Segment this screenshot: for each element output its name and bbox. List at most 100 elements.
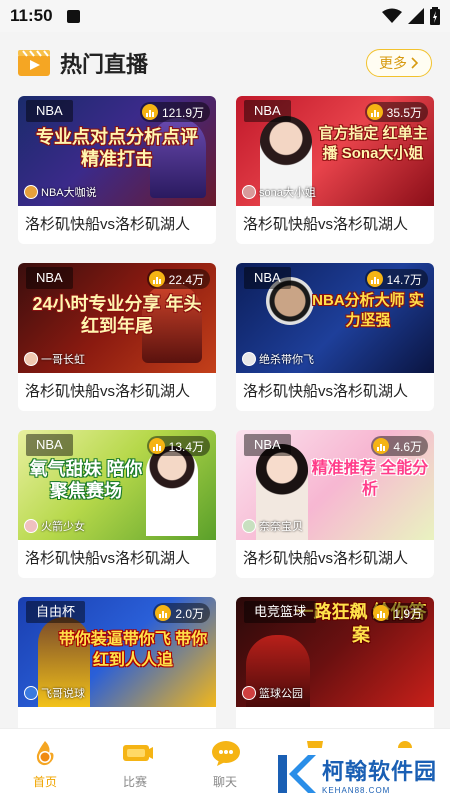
- view-count-text: 14.7万: [386, 272, 422, 287]
- live-card[interactable]: 24小时专业分享 年头红到年尾 NBA 22.4万 一哥长虹 洛杉矶快船vs洛杉…: [18, 263, 216, 411]
- more-label: 更多: [379, 55, 407, 71]
- live-card[interactable]: 精准推荐 全能分析 NBA 4.6万 奈奈宝贝 洛杉矶快船vs洛杉矶湖人: [236, 430, 434, 578]
- host-name: 绝杀带你飞: [259, 354, 314, 366]
- card-title: 洛杉矶快船vs洛杉矶湖人: [243, 216, 409, 233]
- section-title: 热门直播: [60, 52, 149, 77]
- card-tag: 自由杯: [26, 601, 86, 623]
- card-thumbnail: 官方指定 红单主播 Sona大小姐 NBA 35.5万 sona大小姐: [236, 96, 434, 206]
- view-count: 22.4万: [146, 269, 210, 289]
- view-count-text: 2.0万: [175, 606, 204, 621]
- card-tag: NBA: [244, 434, 291, 456]
- card-headline: 氧气甜妹 陪你聚焦赛场: [29, 459, 143, 501]
- more-button[interactable]: 更多: [366, 49, 432, 77]
- tab-label: 首页: [32, 775, 57, 789]
- host-name: 篮球公园: [259, 688, 303, 700]
- host-info: sona大小姐: [242, 184, 316, 200]
- host-name: 一哥长虹: [41, 354, 85, 366]
- live-card[interactable]: 专业点对点分析点评 精准打击 NBA 121.9万 NBA大咖说 洛杉矶快船vs…: [18, 96, 216, 244]
- avatar: [242, 686, 256, 700]
- card-thumbnail: 带你装逼带你飞 带你红到人人追 自由杯 2.0万 飞哥说球: [18, 597, 216, 707]
- avatar: [242, 185, 256, 199]
- tab-label: 比赛: [122, 775, 147, 789]
- card-title: 洛杉矶快船vs洛杉矶湖人: [243, 383, 409, 400]
- view-count-text: 1.9万: [393, 606, 422, 621]
- view-count: 4.6万: [371, 436, 428, 456]
- card-thumbnail: NBA分析大师 实力坚强 NBA 14.7万 绝杀带你飞: [236, 263, 434, 373]
- tab-match[interactable]: 比赛: [90, 729, 180, 800]
- host-info: 飞哥说球: [24, 685, 85, 701]
- card-headline: 专业点对点分析点评 精准打击: [36, 127, 198, 169]
- card-title: 洛杉矶快船vs洛杉矶湖人: [243, 550, 409, 567]
- card-tag: NBA: [26, 434, 73, 456]
- card-title: 洛杉矶快船vs洛杉矶湖人: [25, 383, 191, 400]
- live-card[interactable]: 一路狂飙 给你答案 电竞篮球 1.9万 篮球公园: [236, 597, 434, 745]
- view-count: 2.0万: [153, 603, 210, 623]
- watermark: 柯翰软件园 KEHAN88.COM: [270, 748, 450, 800]
- card-tag: 电竞篮球: [244, 601, 317, 623]
- popularity-icon: [373, 605, 390, 621]
- live-card[interactable]: 氧气甜妹 陪你聚焦赛场 NBA 13.4万 火箭少女 洛杉矶快船vs洛杉矶湖人: [18, 430, 216, 578]
- card-title: 洛杉矶快船vs洛杉矶湖人: [25, 550, 191, 567]
- popularity-icon: [373, 438, 390, 454]
- watermark-text: 柯翰软件园 KEHAN88.COM: [322, 754, 437, 795]
- view-count: 35.5万: [364, 102, 428, 122]
- live-card[interactable]: NBA分析大师 实力坚强 NBA 14.7万 绝杀带你飞 洛杉矶快船vs洛杉矶湖…: [236, 263, 434, 411]
- host-info: 火箭少女: [24, 518, 85, 534]
- card-tag: NBA: [244, 100, 291, 122]
- notification-icon: [66, 9, 80, 23]
- card-thumbnail: 24小时专业分享 年头红到年尾 NBA 22.4万 一哥长虹: [18, 263, 216, 373]
- status-time: 11:50: [10, 6, 53, 25]
- battery-icon: [430, 7, 440, 25]
- host-name: sona大小姐: [259, 187, 316, 199]
- view-count-text: 22.4万: [168, 272, 204, 287]
- status-bar: 11:50: [0, 0, 450, 32]
- card-tag: NBA: [244, 267, 291, 289]
- avatar: [24, 686, 38, 700]
- host-info: 奈奈宝贝: [242, 518, 303, 534]
- view-count-text: 4.6万: [393, 439, 422, 454]
- host-info: 绝杀带你飞: [242, 351, 314, 367]
- view-count-text: 13.4万: [168, 439, 204, 454]
- basketball-icon: [31, 739, 59, 767]
- watermark-logo: [276, 753, 316, 795]
- chat-bubble-icon: [211, 739, 240, 767]
- signal-icon: [408, 8, 424, 24]
- view-count: 121.9万: [139, 102, 210, 122]
- popularity-icon: [141, 104, 158, 120]
- avatar: [24, 185, 38, 199]
- avatar: [242, 352, 256, 366]
- card-headline: NBA分析大师 实力坚强: [312, 292, 424, 329]
- view-count: 14.7万: [364, 269, 428, 289]
- host-info: NBA大咖说: [24, 184, 97, 200]
- live-card[interactable]: 官方指定 红单主播 Sona大小姐 NBA 35.5万 sona大小姐 洛杉矶快…: [236, 96, 434, 244]
- host-name: 飞哥说球: [41, 688, 85, 700]
- tab-home[interactable]: 首页: [0, 729, 90, 800]
- view-count: 1.9万: [371, 603, 428, 623]
- view-count: 13.4万: [146, 436, 210, 456]
- watermark-brand: 柯翰软件园: [322, 758, 438, 784]
- card-headline: 24小时专业分享 年头红到年尾: [32, 294, 202, 336]
- popularity-icon: [148, 271, 165, 287]
- host-name: 奈奈宝贝: [259, 521, 303, 533]
- tab-chat[interactable]: 聊天: [180, 729, 270, 800]
- live-card[interactable]: 带你装逼带你飞 带你红到人人追 自由杯 2.0万 飞哥说球: [18, 597, 216, 745]
- popularity-icon: [148, 438, 165, 454]
- host-info: 篮球公园: [242, 685, 303, 701]
- chevron-right-icon: [411, 57, 419, 69]
- host-name: 火箭少女: [41, 521, 85, 533]
- view-count-text: 121.9万: [161, 105, 204, 120]
- avatar: [24, 519, 38, 533]
- popularity-icon: [155, 605, 172, 621]
- card-thumbnail: 精准推荐 全能分析 NBA 4.6万 奈奈宝贝: [236, 430, 434, 540]
- tab-label: 聊天: [212, 775, 237, 789]
- card-tag: NBA: [26, 100, 73, 122]
- popularity-icon: [366, 271, 383, 287]
- view-count-text: 35.5万: [386, 105, 422, 120]
- card-headline: 精准推荐 全能分析: [311, 460, 429, 498]
- ticket-icon: [121, 739, 153, 767]
- card-tag: NBA: [26, 267, 73, 289]
- card-thumbnail: 一路狂飙 给你答案 电竞篮球 1.9万 篮球公园: [236, 597, 434, 707]
- host-name: NBA大咖说: [41, 187, 97, 199]
- section-header: 热门直播 更多: [0, 32, 450, 94]
- card-title: 洛杉矶快船vs洛杉矶湖人: [25, 216, 191, 233]
